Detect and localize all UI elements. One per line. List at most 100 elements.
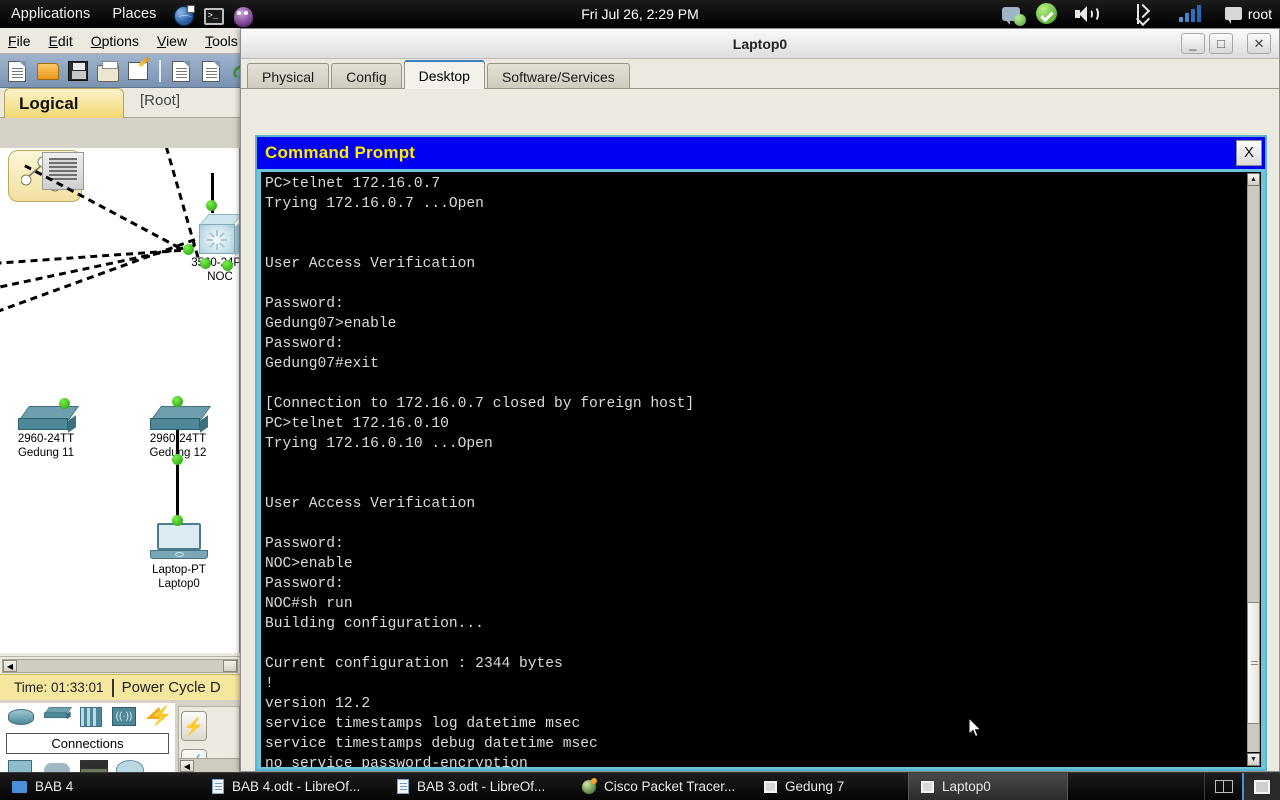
edit-icon[interactable] xyxy=(126,59,150,83)
command-prompt-close-button[interactable]: X xyxy=(1236,140,1262,166)
packet-tracer-icon xyxy=(582,777,597,794)
taskbar-item-gedung7[interactable]: Gedung 7 xyxy=(752,773,908,800)
switch-icon[interactable] xyxy=(44,707,73,727)
folder-icon xyxy=(12,780,27,793)
workspace-switcher[interactable] xyxy=(1204,772,1242,800)
scroll-down-button[interactable]: ▼ xyxy=(1247,753,1260,766)
device-laptop0[interactable]: Laptop-PT Laptop0 xyxy=(150,523,208,591)
copy-icon[interactable] xyxy=(170,59,194,83)
device-gedung11[interactable]: 2960-24TT Gedung 11 xyxy=(16,406,80,460)
globe-icon[interactable] xyxy=(173,3,200,26)
device-gedung11-name: Gedung 11 xyxy=(17,447,75,459)
taskbar-item-bab4-folder[interactable]: BAB 4 xyxy=(0,773,200,800)
taskbar-item-bab3-odt[interactable]: BAB 3.odt - LibreOf... xyxy=(385,773,570,800)
multiuser-icon[interactable] xyxy=(116,760,144,772)
scroll-up-button[interactable]: ▲ xyxy=(1247,173,1260,186)
device-palette-row-1: ((·)) xyxy=(0,703,175,731)
menu-edit[interactable]: Edit xyxy=(49,33,83,49)
terminal-output: PC>telnet 172.16.0.7 Trying 172.16.0.7 .… xyxy=(265,176,695,767)
applications-menu[interactable]: Applications xyxy=(0,6,101,22)
terminal-icon[interactable]: >_ xyxy=(203,3,230,25)
open-folder-icon[interactable] xyxy=(36,59,60,83)
server-icon[interactable] xyxy=(80,760,108,772)
link-noc-gedung11 xyxy=(21,162,191,255)
network-topology-canvas[interactable]: 3560-24PS NOC 2960-24TT Gedung 11 2960-2… xyxy=(0,148,240,653)
status-divider xyxy=(111,678,114,697)
new-file-icon[interactable] xyxy=(6,59,30,83)
device-noc[interactable]: 3560-24PS NOC xyxy=(190,214,239,284)
taskbar-item-label: BAB 3.odt - LibreOf... xyxy=(417,779,546,794)
connection-panel-scrollbar[interactable]: ◀ xyxy=(178,758,240,772)
command-prompt-title: Command Prompt xyxy=(265,143,416,162)
link-led xyxy=(172,454,183,465)
cloud-icon[interactable] xyxy=(44,760,70,772)
update-ok-icon[interactable] xyxy=(1035,3,1057,24)
tab-desktop[interactable]: Desktop xyxy=(403,60,485,89)
device-gedung11-model: 2960-24TT xyxy=(17,433,75,445)
simulation-status-bar: Time: 01:33:01 Power Cycle D xyxy=(0,674,240,700)
hub-icon[interactable] xyxy=(80,707,102,727)
document-icon xyxy=(212,779,224,794)
menu-file[interactable]: File xyxy=(8,33,41,49)
terminal-vertical-scrollbar[interactable]: ▲ ▼ xyxy=(1246,172,1261,767)
hscroll-thumb[interactable] xyxy=(223,660,237,672)
user-menu[interactable]: root xyxy=(1224,6,1272,24)
end-devices-icon[interactable] xyxy=(8,760,34,772)
scroll-track-upper[interactable] xyxy=(1247,186,1260,602)
paste-icon[interactable] xyxy=(200,59,224,83)
menu-options[interactable]: Options xyxy=(91,33,149,49)
device-gedung12[interactable]: 2960-24TT Gedung 12 xyxy=(148,406,212,460)
taskbar-item-packet-tracer[interactable]: Cisco Packet Tracer... xyxy=(570,773,752,800)
bluetooth-icon[interactable] xyxy=(1131,3,1147,24)
mouse-cursor xyxy=(969,718,982,738)
device-noc-name: NOC xyxy=(207,271,233,283)
connections-label: Connections xyxy=(6,733,169,754)
save-icon[interactable] xyxy=(66,59,90,83)
taskbar-item-label: BAB 4 xyxy=(35,779,74,794)
tab-software-services[interactable]: Software/Services xyxy=(486,63,630,89)
auto-connect-bolt-icon[interactable]: ⚡ xyxy=(181,711,207,741)
wireless-icon[interactable]: ((·)) xyxy=(112,707,136,727)
device-palette-row-2 xyxy=(0,756,175,772)
router-icon[interactable] xyxy=(8,707,34,727)
workspace-pager-icon xyxy=(1214,780,1233,793)
window-title: Laptop0 xyxy=(732,36,788,52)
link-led xyxy=(183,244,194,255)
link-led xyxy=(200,258,211,269)
device-gedung12-model: 2960-24TT xyxy=(149,433,207,445)
desktop-tab-panel: Command Prompt X PC>telnet 172.16.0.7 Tr… xyxy=(241,89,1279,771)
document-icon xyxy=(397,779,409,794)
taskbar-item-bab4-odt[interactable]: BAB 4.odt - LibreOf... xyxy=(200,773,385,800)
taskbar-item-laptop0[interactable]: Laptop0 xyxy=(908,772,1068,800)
taskbar: BAB 4 BAB 4.odt - LibreOf... BAB 3.odt -… xyxy=(0,772,1280,800)
hscroll-left-button[interactable]: ◀ xyxy=(3,660,17,672)
tab-config[interactable]: Config xyxy=(331,63,402,89)
places-menu[interactable]: Places xyxy=(101,6,167,22)
taskbar-item-label: BAB 4.odt - LibreOf... xyxy=(232,779,361,794)
taskbar-item-label: Cisco Packet Tracer... xyxy=(604,779,736,794)
maximize-icon[interactable]: □ xyxy=(1209,33,1233,54)
gimp-icon[interactable] xyxy=(233,3,260,27)
power-cycle-label: Power Cycle D xyxy=(121,679,221,696)
scroll-thumb[interactable] xyxy=(1247,602,1260,724)
volume-icon[interactable] xyxy=(1074,5,1099,23)
logical-view-tab[interactable]: Logical xyxy=(4,88,124,118)
menu-view[interactable]: View xyxy=(157,33,197,49)
minimize-icon[interactable]: _ xyxy=(1181,33,1205,54)
network-signal-icon[interactable] xyxy=(1178,5,1201,22)
close-icon[interactable]: ✕ xyxy=(1247,33,1271,54)
connection-scroll-left[interactable]: ◀ xyxy=(180,760,194,772)
show-desktop-button[interactable] xyxy=(1242,772,1280,800)
connections-bolt-icon[interactable] xyxy=(146,704,173,728)
scroll-track-lower[interactable] xyxy=(1247,724,1260,752)
taskbar-item-label: Gedung 7 xyxy=(785,779,845,794)
hscroll-track[interactable] xyxy=(2,659,238,673)
chat-icon[interactable] xyxy=(1001,6,1026,26)
terminal-screen[interactable]: PC>telnet 172.16.0.7 Trying 172.16.0.7 .… xyxy=(261,172,1261,767)
command-prompt-titlebar[interactable]: Command Prompt X xyxy=(257,137,1265,169)
taskbar-item-label: Laptop0 xyxy=(942,779,991,794)
canvas-horizontal-scrollbar[interactable]: ◀ xyxy=(0,656,240,674)
tab-physical[interactable]: Physical xyxy=(247,63,330,89)
print-icon[interactable] xyxy=(96,59,120,83)
laptop0-titlebar[interactable]: Laptop0 _ □ ✕ xyxy=(241,29,1279,59)
